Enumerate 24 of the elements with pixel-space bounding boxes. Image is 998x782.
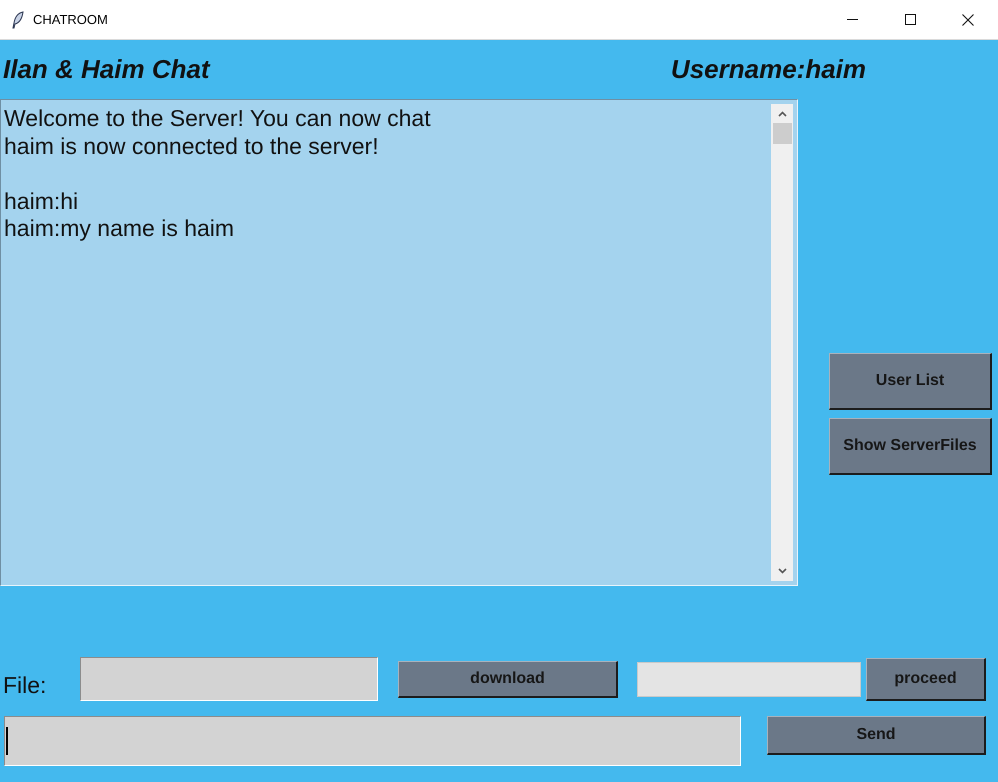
scroll-up-icon[interactable] bbox=[778, 111, 786, 117]
text-input-field[interactable] bbox=[637, 662, 861, 696]
feather-icon bbox=[12, 10, 24, 28]
chat-title: Ilan & Haim Chat bbox=[3, 53, 210, 86]
download-button[interactable]: download bbox=[398, 660, 618, 698]
chat-message: haim:my name is haim bbox=[4, 215, 236, 242]
close-icon bbox=[962, 14, 974, 26]
file-input-field[interactable] bbox=[80, 657, 378, 701]
scrollbar-thumb[interactable] bbox=[772, 123, 792, 144]
chat-message: haim is now connected to the server! bbox=[4, 132, 380, 160]
message-input-field[interactable] bbox=[4, 716, 741, 766]
minimize-icon bbox=[846, 19, 858, 20]
server-files-button[interactable]: Show ServerFiles bbox=[829, 418, 992, 475]
maximize-icon bbox=[904, 14, 916, 25]
scroll-down-icon[interactable] bbox=[778, 568, 786, 574]
user-list-button[interactable]: User List bbox=[829, 353, 992, 410]
scrollbar[interactable] bbox=[771, 104, 793, 581]
chat-message: haim:hi bbox=[4, 188, 80, 215]
window-title: CHATROOM bbox=[33, 10, 108, 29]
proceed-button[interactable]: proceed bbox=[866, 658, 986, 700]
file-label: File: bbox=[3, 670, 48, 700]
username-label: Username:haim bbox=[670, 53, 866, 86]
send-button[interactable]: Send bbox=[767, 716, 986, 755]
chat-message: Welcome to the Server! You can now chat bbox=[4, 105, 432, 132]
